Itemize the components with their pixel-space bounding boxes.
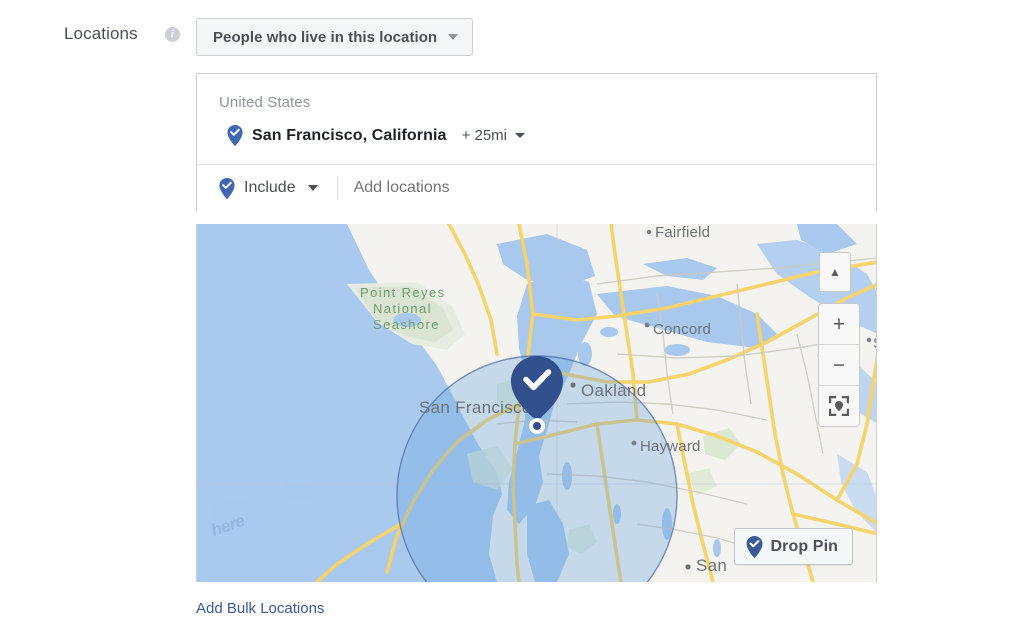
include-mode-value: Include (244, 179, 296, 196)
add-bulk-locations-link[interactable]: Add Bulk Locations (196, 600, 324, 617)
locations-panel: United States San Francisco, California … (196, 73, 877, 211)
recenter-pin-icon (828, 395, 850, 417)
minus-icon: − (832, 353, 846, 377)
map-recenter-button[interactable] (819, 385, 859, 426)
plus-icon: + (832, 312, 846, 336)
svg-text:Concord: Concord (653, 321, 711, 338)
audience-type-dropdown[interactable]: People who live in this location (196, 18, 474, 56)
locations-field-row: Locations i People who live in this loca… (0, 0, 1024, 66)
svg-text:San Francisco: San Francisco (419, 398, 532, 417)
drop-pin-button[interactable]: Drop Pin (733, 528, 853, 565)
svg-text:Fairfield: Fairfield (655, 224, 710, 241)
radius-dropdown[interactable]: + 25mi (461, 127, 526, 144)
chevron-up-icon: ▲ (829, 265, 841, 279)
selected-location-row[interactable]: San Francisco, California + 25mi (197, 111, 876, 164)
chevron-down-icon (448, 34, 459, 40)
svg-text:San: San (696, 556, 727, 575)
location-pin-check-icon (227, 125, 243, 146)
map-collapse-button[interactable]: ▲ (819, 252, 851, 292)
map-zoom-out-button[interactable]: − (819, 344, 859, 385)
map-zoom-controls: + − (819, 304, 859, 426)
radius-value: + 25mi (461, 127, 508, 144)
include-exclude-row: Include (197, 164, 876, 211)
country-header: United States (219, 94, 311, 111)
drop-pin-label: Drop Pin (770, 537, 838, 555)
svg-text:S: S (873, 335, 877, 352)
svg-text:Point Reyes: Point Reyes (360, 285, 446, 300)
selected-location-name: San Francisco, California (252, 126, 447, 144)
svg-text:National: National (373, 301, 432, 316)
location-pin-check-icon (746, 535, 763, 558)
svg-text:Seashore: Seashore (373, 317, 440, 332)
chevron-down-icon[interactable] (307, 185, 318, 191)
location-map[interactable]: Point Reyes National Seashore Fairfield … (196, 224, 877, 582)
audience-type-value: People who live in this location (213, 28, 438, 46)
page-title: Locations (64, 24, 138, 43)
add-locations-input[interactable] (353, 179, 714, 197)
svg-text:Oakland: Oakland (581, 381, 646, 400)
location-pin-check-icon (219, 177, 235, 199)
svg-text:Hayward: Hayward (640, 438, 701, 455)
info-icon[interactable]: i (165, 27, 180, 42)
divider (336, 176, 338, 200)
chevron-down-icon (515, 133, 526, 138)
map-zoom-in-button[interactable]: + (819, 304, 859, 344)
